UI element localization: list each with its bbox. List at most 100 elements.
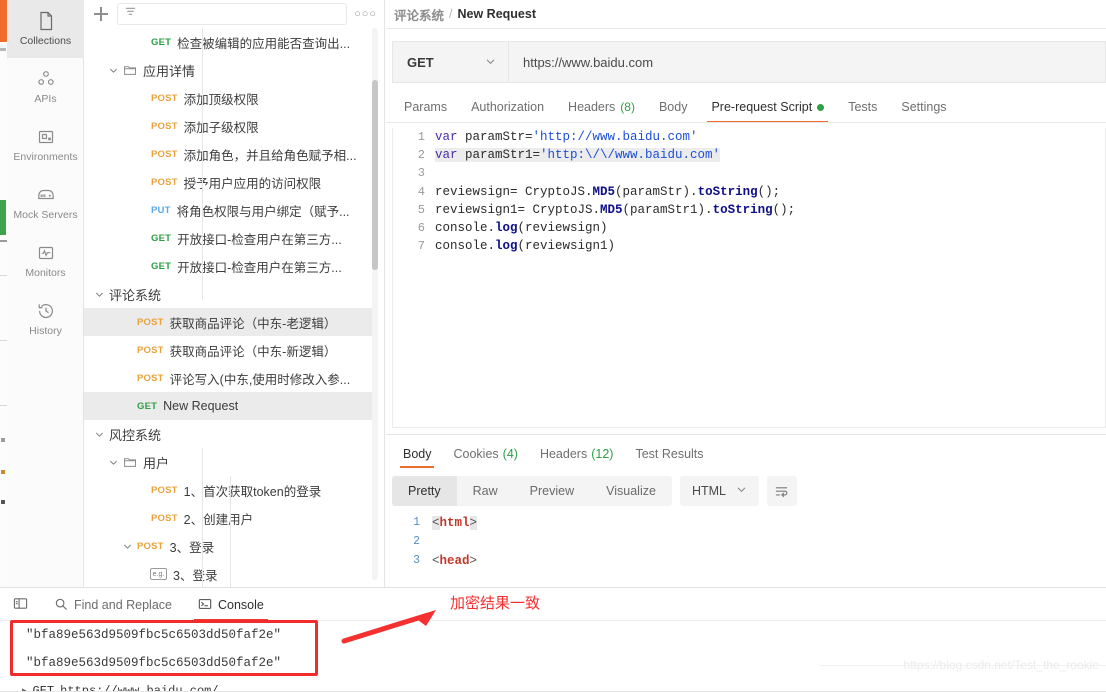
edge-line-3 — [0, 405, 7, 406]
edge-dot-3 — [1, 500, 5, 504]
response-format-bar: Pretty Raw Preview Visualize HTML — [392, 476, 797, 506]
tree-folder[interactable]: 应用详情 — [84, 56, 377, 84]
tree-request[interactable]: POST 添加角色，并且给角色赋予相... — [84, 140, 377, 168]
tree-folder[interactable]: 用户 — [84, 448, 377, 476]
chevron-down-icon[interactable] — [108, 65, 119, 76]
tab-params[interactable]: Params — [392, 92, 459, 122]
environments-icon — [36, 127, 56, 147]
mock-servers-icon — [36, 185, 56, 205]
response-tab-count: (4) — [502, 447, 518, 461]
tab-body[interactable]: Body — [647, 92, 700, 122]
tree-item-label: 用户 — [143, 455, 170, 471]
edge-dot-2 — [1, 470, 5, 474]
pre-request-script-editor[interactable]: 1 var paramStr='http://www.baidu.com' 2 var… — [392, 128, 1106, 428]
tree-request[interactable]: GET New Request — [84, 392, 377, 420]
tree-request[interactable]: GET 开放接口-检查用户在第三方... — [84, 224, 377, 252]
sidebar-scrollbar-thumb[interactable] — [372, 80, 378, 270]
history-icon — [36, 301, 56, 321]
tab-authorization[interactable]: Authorization — [459, 92, 556, 122]
tree-item-label: 获取商品评论（中东-新逻辑） — [169, 344, 337, 359]
code-text: var paramStr1='http:\/\/www.baidu.com' — [435, 148, 1105, 163]
chevron-down-icon[interactable] — [94, 429, 105, 440]
tree-item-label: 授予用户应用的访问权限 — [183, 176, 322, 191]
tab-headers[interactable]: Headers (8) — [556, 92, 647, 122]
tree-request[interactable]: GET 开放接口-检查用户在第三方... — [84, 252, 377, 280]
rail-item-monitors[interactable]: Monitors — [7, 232, 84, 290]
code-line: 2 var paramStr1='http:\/\/www.baidu.com' — [393, 146, 1105, 164]
console-request-line[interactable]: ▸ GET https://www.baidu.com/ — [0, 677, 1106, 692]
chevron-down-icon — [485, 55, 496, 70]
rail-item-apis[interactable]: APIs — [7, 58, 84, 116]
url-input[interactable]: https://www.baidu.com — [508, 41, 1106, 83]
code-token: MD5 — [592, 184, 616, 199]
view-mode-preview[interactable]: Preview — [514, 476, 590, 506]
code-token: (); — [772, 202, 796, 217]
chevron-down-icon[interactable] — [94, 289, 105, 300]
rail-item-environments[interactable]: Environments — [7, 116, 84, 174]
tab-tests[interactable]: Tests — [836, 92, 889, 122]
console-icon — [198, 597, 212, 614]
code-line: 5 reviewsign1= CryptoJS.MD5(paramStr1).to… — [393, 201, 1105, 219]
rail-item-history[interactable]: History — [7, 290, 84, 348]
response-tab-test-results[interactable]: Test Results — [624, 440, 714, 468]
console-toolbar: Find and Replace Console — [0, 592, 1106, 621]
tab-pre-request-script[interactable]: Pre-request Script — [699, 92, 836, 123]
code-text-inner: console.log(reviewsign) — [435, 221, 608, 235]
new-item-button[interactable] — [92, 5, 110, 23]
code-token: console. — [435, 239, 496, 254]
view-mode-pretty[interactable]: Pretty — [392, 476, 457, 506]
sidebar-toggle-button[interactable] — [0, 592, 41, 618]
tree-request[interactable]: POST 获取商品评论（中东-新逻辑） — [84, 336, 377, 364]
method-select[interactable]: GET — [392, 41, 508, 83]
request-method-badge: POST — [151, 148, 178, 160]
code-token: toString — [697, 184, 758, 199]
tab-label: Tests — [848, 100, 878, 114]
console-tab[interactable]: Console — [185, 592, 277, 621]
sidebar-filter-input[interactable] — [117, 3, 348, 25]
request-method-badge: GET — [151, 36, 172, 48]
rail-label-mock-servers: Mock Servers — [13, 209, 78, 221]
chevron-down-icon[interactable] — [108, 457, 119, 468]
sidebar-more-button[interactable]: ○○○ — [354, 8, 377, 20]
request-method-badge: GET — [151, 260, 172, 272]
response-tab-body[interactable]: Body — [392, 440, 443, 468]
chevron-down-icon — [736, 484, 747, 498]
tree-item-label: 添加角色，并且给角色赋予相... — [183, 148, 357, 163]
tree-collection[interactable]: 风控系统 — [84, 420, 377, 448]
view-mode-visualize[interactable]: Visualize — [590, 476, 672, 506]
tree-request[interactable]: GET 检查被编辑的应用能否查询出... — [84, 28, 377, 56]
tree-request[interactable]: POST 获取商品评论（中东-老逻辑） — [84, 308, 377, 336]
folder-icon — [123, 63, 137, 77]
request-method-badge: POST — [151, 484, 178, 496]
tab-settings[interactable]: Settings — [889, 92, 958, 122]
code-token: toString — [712, 202, 773, 217]
rail-item-mock-servers[interactable]: Mock Servers — [7, 174, 84, 232]
chevron-down-icon[interactable] — [122, 541, 133, 552]
tree-request[interactable]: PUT 将角色权限与用户绑定（赋予... — [84, 196, 377, 224]
line-number: 2 — [417, 148, 425, 163]
response-view-modes: Pretty Raw Preview Visualize — [392, 476, 672, 506]
code-line: 1 var paramStr='http://www.baidu.com' — [393, 128, 1105, 146]
breadcrumb-collection[interactable]: 评论系统 — [394, 5, 444, 24]
line-number: 3 — [417, 166, 425, 181]
tree-request[interactable]: POST 评论写入(中东,使用时修改入参... — [84, 364, 377, 392]
rail-item-collections[interactable]: Collections — [7, 0, 84, 58]
response-tab-headers[interactable]: Headers (12) — [529, 440, 624, 468]
tree-request[interactable]: POST 添加子级权限 — [84, 112, 377, 140]
response-body-code[interactable]: 1 <html> 2 3 <head> — [392, 513, 1106, 583]
request-method-badge: GET — [137, 400, 158, 412]
tree-request[interactable]: POST 授予用户应用的访问权限 — [84, 168, 377, 196]
word-wrap-icon[interactable] — [766, 476, 797, 506]
find-and-replace-button[interactable]: Find and Replace — [41, 592, 185, 618]
response-code-token: head — [439, 553, 470, 568]
request-method-badge: POST — [151, 176, 178, 188]
tree-request[interactable]: POST 添加顶级权限 — [84, 84, 377, 112]
tree-collection[interactable]: 评论系统 — [84, 280, 377, 308]
response-tab-cookies[interactable]: Cookies (4) — [443, 440, 529, 468]
code-token: paramStr1= — [465, 148, 541, 163]
view-mode-raw[interactable]: Raw — [457, 476, 514, 506]
response-code-line: 2 — [392, 532, 1106, 551]
response-format-select[interactable]: HTML — [679, 476, 759, 506]
